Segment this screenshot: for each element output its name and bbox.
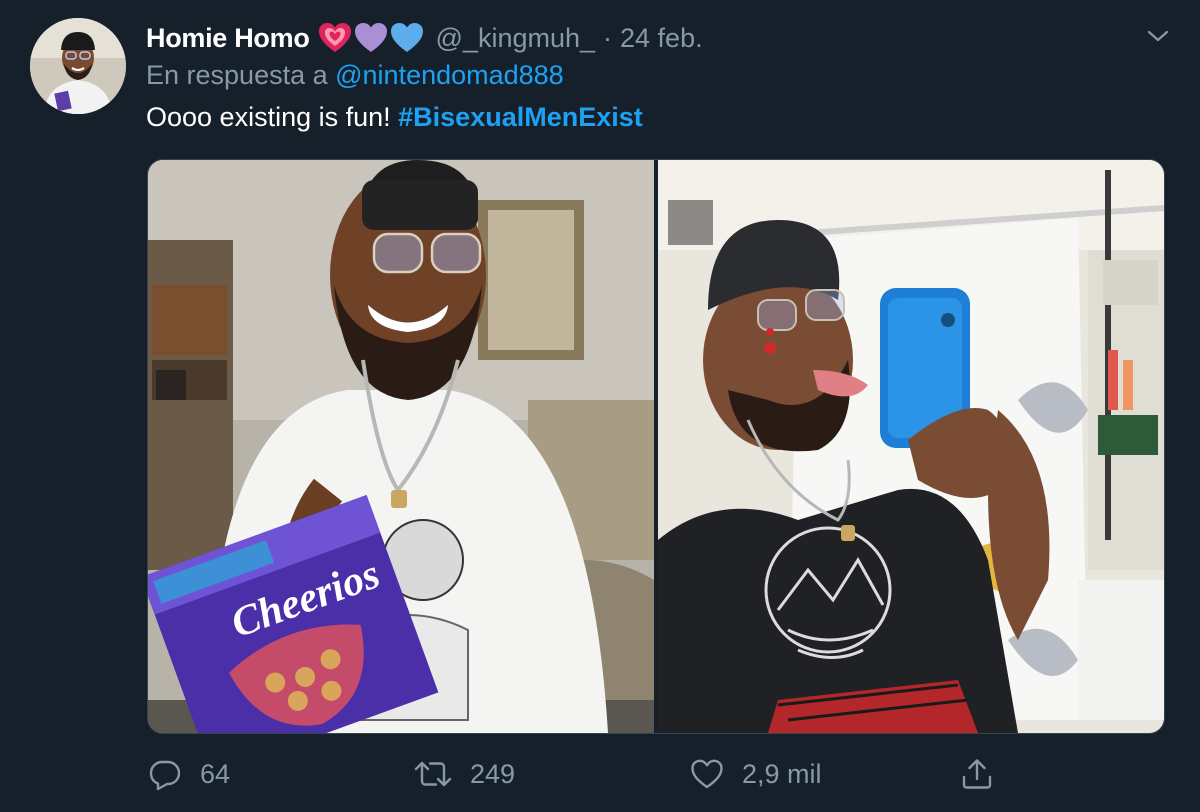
share-icon	[962, 759, 992, 789]
tweet-body-text: Oooo existing is fun!	[146, 102, 399, 132]
hashtag-link[interactable]: #BisexualMenExist	[398, 102, 643, 132]
display-name[interactable]: Homie Homo	[146, 23, 310, 54]
reply-icon	[149, 760, 181, 791]
chevron-down-icon[interactable]	[1144, 22, 1172, 50]
tweet-text: Oooo existing is fun! #BisexualMenExist	[146, 102, 643, 133]
like-count: 2,9 mil	[742, 758, 822, 789]
media-photo-right[interactable]	[658, 160, 1164, 733]
avatar[interactable]	[30, 18, 126, 114]
user-handle[interactable]: @_kingmuh_	[436, 23, 596, 54]
blue-heart-icon	[390, 23, 423, 52]
media-grid: Cheerios	[147, 159, 1165, 734]
media-photo-left[interactable]: Cheerios	[148, 160, 654, 733]
share-button[interactable]	[960, 752, 994, 796]
retweet-count: 249	[470, 758, 516, 789]
tweet[interactable]: Homie Homo @_kingmuh_ · 24 feb. En respu…	[0, 0, 1200, 812]
separator-dot: ·	[603, 22, 613, 53]
purple-heart-icon	[354, 23, 387, 52]
like-button[interactable]: 2,9 mil	[690, 752, 822, 796]
reply-button[interactable]: 64	[148, 752, 230, 796]
tweet-actions: 64 249 2,9 mil	[146, 752, 1166, 796]
reply-context: En respuesta a @nintendomad888	[146, 60, 564, 91]
retweet-button[interactable]: 249	[414, 752, 515, 796]
tweet-date[interactable]: 24 feb.	[620, 23, 703, 54]
reply-mention-link[interactable]: @nintendomad888	[335, 60, 564, 90]
name-emojis	[318, 22, 424, 54]
heart-icon	[691, 759, 723, 789]
retweet-icon	[414, 761, 452, 787]
reply-count: 64	[200, 758, 231, 789]
heart-with-ribbon-icon	[318, 23, 351, 52]
reply-prefix: En respuesta a	[146, 60, 336, 90]
tweet-header: Homie Homo @_kingmuh_ · 24 feb.	[146, 20, 703, 56]
